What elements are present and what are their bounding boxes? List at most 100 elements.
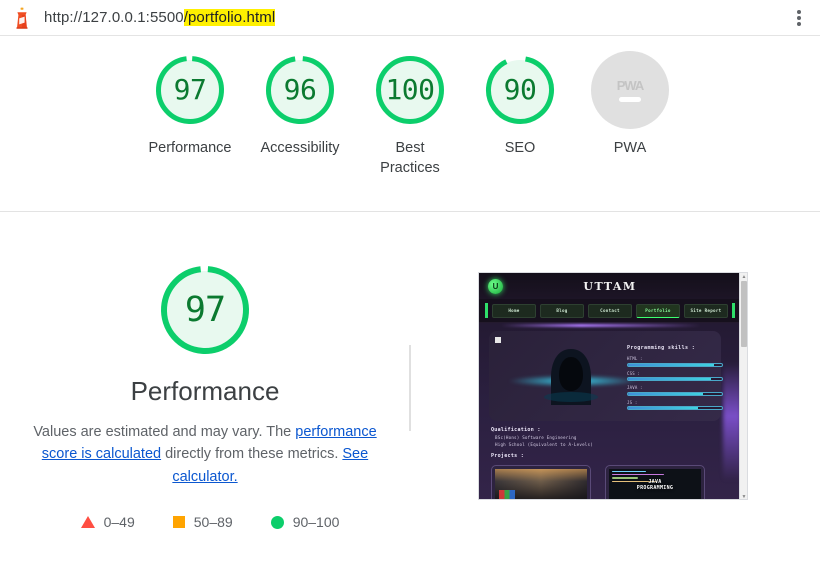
site-nav-item-contact: Contact	[588, 303, 632, 318]
score-gauge-seo[interactable]: 90 SEO	[465, 51, 575, 159]
project-caption-2: JAVA PROGRAMMING	[637, 479, 673, 492]
legend-item-pass: 90–100	[270, 514, 340, 531]
project-thumbnail-image-1	[495, 469, 587, 499]
thumbnail-viewport: U UTTAM Home Blog Contact Portfolio Site…	[479, 273, 741, 499]
legend-item-average: 50–89	[172, 514, 233, 531]
lighthouse-score-strip: 97 Performance 96 Accessibility 100 Best…	[0, 37, 820, 211]
site-header: U UTTAM	[479, 273, 741, 299]
scroll-up-arrow-icon[interactable]: ▲	[741, 274, 747, 280]
legend-range-average: 50–89	[193, 514, 233, 531]
skill-track-java	[627, 391, 723, 396]
project-thumbnail-image-2: JAVA PROGRAMMING	[609, 469, 701, 499]
url-prefix: http://127.0.0.1:5500	[44, 9, 184, 26]
browser-url-bar: http://127.0.0.1:5500/portfolio.html	[0, 0, 820, 36]
scrollbar-thumb[interactable]	[741, 281, 747, 347]
menu-dot	[797, 22, 801, 26]
qualification-section: Qualification : BSc(Hons) Software Engin…	[491, 427, 593, 447]
triangle-icon	[80, 516, 95, 529]
skill-fill-html	[628, 363, 715, 366]
gauge-label-best-practices: Best Practices	[380, 139, 440, 178]
skill-row-java: JAVA :	[627, 385, 723, 396]
lighthouse-icon	[8, 4, 36, 32]
gauge-label-pwa: PWA	[613, 140, 647, 156]
legend-range-fail: 0–49	[103, 514, 135, 531]
skill-name-java: JAVA :	[627, 385, 643, 390]
pwa-null-dash	[619, 97, 641, 102]
gauge-label-seo: SEO	[504, 140, 536, 156]
nav-edge-left	[485, 303, 488, 318]
gauge-label-line-2: Practices	[380, 159, 440, 176]
skill-row-js: JS :	[627, 399, 723, 410]
gauge-ring-seo: 90	[481, 51, 559, 129]
gauge-score-value: 90	[503, 73, 537, 106]
desc-text-part2: directly from these metrics.	[161, 446, 343, 463]
skill-track-css	[627, 377, 723, 381]
more-vert-icon[interactable]	[790, 8, 808, 28]
gauge-ring-performance: 97	[151, 51, 229, 129]
url-text[interactable]: http://127.0.0.1:5500/portfolio.html	[44, 9, 276, 26]
skill-row-html: HTML :	[627, 356, 723, 367]
hero-marker-icon	[495, 337, 501, 343]
gauge-score-value: 97	[173, 73, 207, 106]
projects-heading: Projects :	[491, 453, 525, 459]
site-nav: Home Blog Contact Portfolio Site Report	[479, 299, 741, 323]
menu-dot	[797, 10, 801, 14]
skill-fill-js	[628, 407, 698, 409]
site-nav-item-site-report: Site Report	[684, 303, 728, 318]
gauge-score-value: 96	[283, 73, 317, 106]
project-card-2: JAVA PROGRAMMING	[605, 465, 705, 499]
score-gauge-best-practices[interactable]: 100 Best Practices	[355, 51, 465, 178]
skill-track-js	[627, 406, 723, 410]
site-nav-item-portfolio: Portfolio	[636, 303, 680, 318]
gauge-ring-accessibility: 96	[261, 51, 339, 129]
category-detail-panel: 97 Performance Values are estimated and …	[0, 212, 820, 562]
qualification-heading: Qualification :	[491, 427, 541, 433]
site-brand-title: UTTAM	[583, 279, 637, 293]
legend-range-pass: 90–100	[292, 514, 340, 531]
skill-row-css: CSS :	[627, 370, 723, 381]
category-title: Performance	[130, 376, 280, 406]
desc-text-part1: Values are estimated and may vary. The	[33, 424, 296, 440]
site-nav-item-blog: Blog	[540, 303, 584, 318]
hero-panel: Programming skills : HTML : CSS : JAVA :	[489, 331, 723, 421]
url-highlighted-path: /portfolio.html	[183, 9, 276, 26]
skill-fill-css	[628, 378, 711, 380]
thumbnail-scrollbar[interactable]: ▲ ▼	[739, 273, 747, 499]
skill-fill-java	[628, 392, 704, 395]
skill-track-html	[627, 362, 723, 367]
site-body: Programming skills : HTML : CSS : JAVA :	[479, 323, 741, 499]
vertical-divider	[409, 345, 411, 431]
projects-card-list: JAVA PROGRAMMING	[491, 465, 705, 499]
score-gauge-accessibility[interactable]: 96 Accessibility	[245, 51, 355, 159]
category-description: Values are estimated and may vary. The p…	[0, 421, 410, 488]
hooded-figure-image	[541, 345, 601, 409]
qualification-line-2: High School (Equivalent to A-Levels)	[495, 442, 593, 447]
square-icon	[172, 516, 185, 529]
final-screenshot-thumbnail[interactable]: U UTTAM Home Blog Contact Portfolio Site…	[478, 272, 748, 500]
skill-name-html: HTML :	[627, 356, 643, 361]
pwa-badge-text: PWA	[616, 78, 645, 93]
category-gauge-value: 97	[184, 289, 226, 330]
circle-icon	[270, 515, 284, 529]
skills-heading: Programming skills :	[627, 345, 696, 351]
gauge-ring-pwa-null: PWA	[591, 51, 669, 129]
nav-edge-right	[732, 303, 735, 318]
site-nav-item-home: Home	[492, 303, 536, 318]
qualification-line-1: BSc(Hons) Software Engineering	[495, 435, 577, 440]
project-card-1	[491, 465, 591, 499]
gauge-ring-best-practices: 100	[371, 51, 449, 129]
project-caption-2-line-2: PROGRAMMING	[636, 485, 674, 491]
gauge-label-accessibility: Accessibility	[260, 140, 340, 156]
gauge-label-line-1: Best	[395, 140, 425, 156]
score-legend: 0–49 50–89 90–100	[0, 514, 410, 530]
category-gauge-performance[interactable]: 97	[155, 260, 255, 360]
legend-item-fail: 0–49	[80, 514, 135, 531]
gauge-score-value: 100	[385, 73, 435, 106]
score-gauge-performance[interactable]: 97 Performance	[135, 51, 245, 159]
score-gauge-pwa[interactable]: PWA PWA	[575, 51, 685, 159]
skills-section: Programming skills : HTML : CSS : JAVA :	[627, 345, 723, 414]
scroll-down-arrow-icon[interactable]: ▼	[741, 494, 747, 499]
menu-dot	[797, 16, 801, 20]
skill-name-css: CSS :	[627, 370, 641, 376]
skill-name-js: JS :	[627, 399, 638, 405]
